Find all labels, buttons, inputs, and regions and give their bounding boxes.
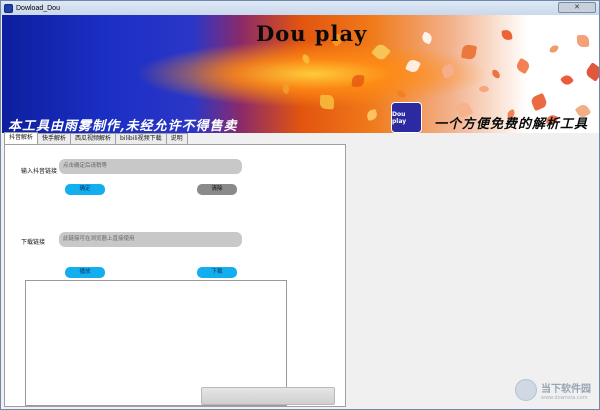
window-title: Dowload_Dou (16, 4, 60, 12)
banner: Dou play 本工具由雨雾制作,未经允许不得售卖 Dou play 一个方便… (2, 15, 599, 133)
confirm-button[interactable]: 确定 (65, 184, 105, 195)
download-link-label: 下载链接 (21, 239, 46, 246)
download-button[interactable]: 下载 (197, 267, 237, 278)
maple-leaf-icon (280, 83, 292, 95)
banner-right-slogan: 一个方便免费的解析工具 (434, 117, 589, 132)
banner-left-slogan: 本工具由雨雾制作,未经允许不得售卖 (8, 119, 238, 133)
maple-leaf-icon (396, 89, 406, 99)
clear-button[interactable]: 清除 (197, 184, 237, 195)
maple-leaf-icon (549, 44, 559, 54)
tab-bilibili[interactable]: bilibili视频下载 (115, 133, 167, 144)
maple-leaf-icon (351, 74, 365, 88)
app-icon (4, 3, 13, 13)
tab-xigua[interactable]: 西瓜视频解析 (70, 133, 117, 144)
maple-leaf-icon (300, 53, 312, 65)
input-link-label: 输入抖音链接 (21, 168, 58, 175)
banner-title: Dou play (256, 21, 368, 46)
maple-leaf-icon (501, 29, 513, 41)
play-button[interactable]: 播放 (65, 267, 105, 278)
tab-douyin[interactable]: 抖音解析 (4, 132, 39, 144)
tab-help[interactable]: 说明 (165, 133, 188, 144)
maple-leaf-icon (529, 92, 549, 112)
tab-kuaishou[interactable]: 快手解析 (37, 133, 72, 144)
watermark-logo-icon (515, 379, 537, 401)
watermark-main-text: 当下软件园 (541, 383, 591, 395)
maple-leaf-icon (514, 57, 532, 75)
watermark: 当下软件园 www.downxia.com (515, 379, 591, 401)
maple-leaf-icon (460, 43, 478, 61)
app-window: Dowload_Dou ✕ Dou play 本工具由雨雾制作,未经允许不得售卖… (0, 0, 600, 410)
watermark-sub-text: www.downxia.com (541, 394, 588, 401)
maple-leaf-icon (439, 62, 457, 80)
link-input[interactable]: 点击确定后请稍等 (59, 159, 242, 174)
maple-leaf-icon (584, 62, 599, 82)
maple-leaf-icon (319, 94, 335, 110)
maple-leaf-icon (491, 69, 501, 79)
maple-leaf-icon (478, 83, 490, 95)
title-bar: Dowload_Dou ✕ (1, 1, 599, 15)
banner-logo: Dou play (391, 102, 422, 133)
close-icon[interactable]: ✕ (558, 2, 596, 13)
tab-bar: 抖音解析 快手解析 西瓜视频解析 bilibili视频下载 说明 (4, 132, 188, 144)
download-link-field[interactable]: 此链接可在浏览器上直接使用 (59, 232, 242, 247)
maple-leaf-icon (371, 42, 391, 62)
progress-bar (201, 387, 335, 405)
maple-leaf-icon (576, 34, 590, 48)
maple-leaf-icon (405, 58, 421, 74)
maple-leaf-icon (559, 72, 575, 88)
douyin-panel: 输入抖音链接 点击确定后请稍等 确定 清除 下载链接 此链接可在浏览器上直接使用… (4, 144, 346, 407)
maple-leaf-icon (366, 109, 378, 121)
maple-leaf-icon (420, 31, 434, 45)
